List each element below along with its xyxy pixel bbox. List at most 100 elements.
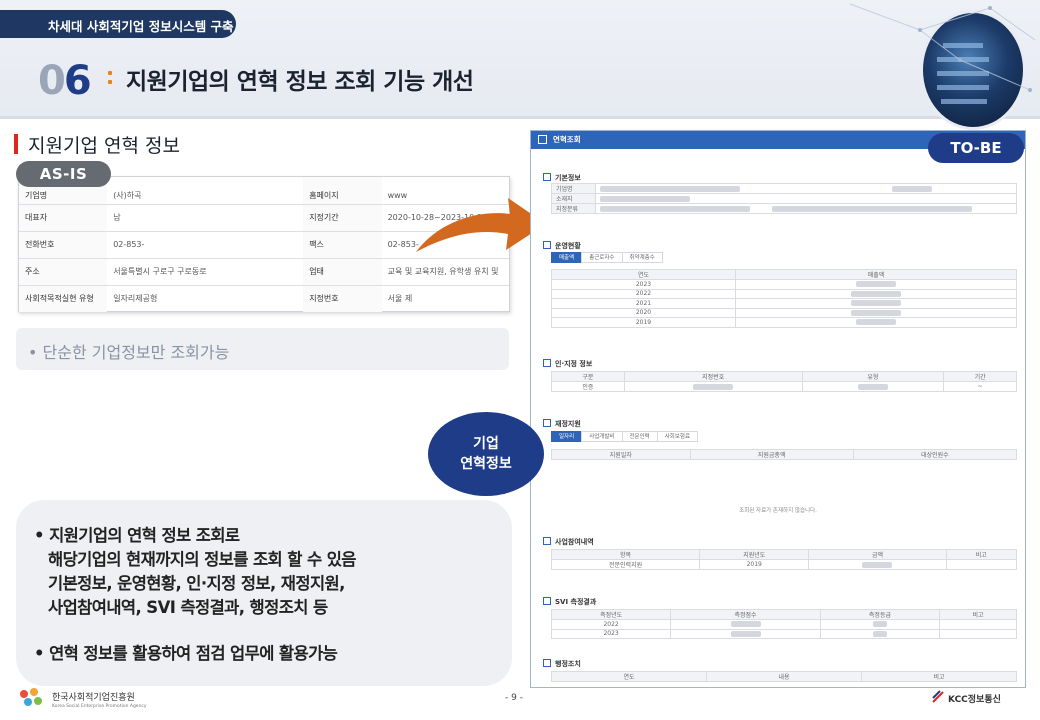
table-row: 인증 ~: [551, 381, 1017, 392]
svi-table: 측정년도 측정점수 측정등급 비고 2022 2023: [550, 609, 1017, 639]
table-cell: 2019: [551, 317, 736, 328]
table-cell: 2023: [551, 279, 736, 290]
tab-jobs[interactable]: 일자리: [551, 431, 583, 442]
table-cell: 팩스: [303, 231, 382, 259]
kcc-logo-icon: [932, 690, 944, 703]
finance-heading: 재정지원: [543, 419, 581, 429]
table-cell: 소재지: [551, 193, 596, 204]
table-cell: 지원년도: [699, 549, 810, 560]
table-row: 사회적목적실현 유형 일자리제공형 지정번호 서울 제: [19, 285, 509, 313]
bubble-line-1: 기업: [473, 436, 499, 452]
table-cell: 기간: [943, 371, 1017, 382]
to-be-screen: 연혁조회 기본정보 기업명 소재지 지정분류 운영현황 매출액 총근로자수 취약계층…: [530, 130, 1026, 688]
project-tab: 차세대 사회적기업 정보시스템 구축: [0, 10, 236, 38]
table-cell: 지정번호: [623, 371, 803, 382]
table-cell: 일자리제공형: [107, 285, 304, 313]
table-row: 소재지: [551, 193, 1017, 204]
table-cell: 2023: [550, 628, 672, 639]
table-cell: 측정년도: [550, 609, 672, 620]
table-cell: 남: [107, 204, 304, 232]
table-cell: 내용: [706, 671, 862, 682]
table-cell: 업태: [303, 258, 382, 286]
table-cell: 대표자: [19, 204, 108, 232]
table-cell: 비고: [945, 549, 1018, 560]
description-line: 사업참여내역, SVI 측정결과, 행정조치 등: [48, 598, 328, 617]
org-name-ko: 한국사회적기업진흥원: [52, 693, 135, 703]
table-cell: 서울특별시 구로구 구로동로: [107, 258, 304, 286]
description-line: • 연혁 정보를 활용하여 점검 업무에 활용가능: [34, 644, 338, 663]
table-cell: 전문인력지원: [550, 559, 701, 570]
tab-professionals[interactable]: 전문인력: [621, 431, 658, 442]
table-cell: 사회적목적실현 유형: [19, 285, 108, 313]
section-number-six: 6: [63, 58, 92, 104]
table-cell: 측정등급: [819, 609, 941, 620]
tab-business-dev[interactable]: 사업개발비: [581, 431, 623, 442]
as-is-summary: • 단순한 기업정보만 조회가능: [28, 343, 230, 362]
tab-sales[interactable]: 매출액: [551, 252, 583, 263]
table-cell: 2022: [550, 619, 672, 630]
table-cell: 매출액: [735, 269, 1017, 280]
title-colon: [108, 68, 114, 88]
finance-empty-message: 조회된 자료가 존재하지 않습니다.: [739, 508, 817, 514]
section-marker: [14, 134, 18, 154]
to-be-tag: TO-BE: [928, 133, 1024, 163]
description-line: 해당기업의 현재까지의 정보를 조회 할 수 있음: [48, 550, 356, 569]
company-name: KCC정보통신: [948, 695, 1001, 705]
table-cell: 금액: [808, 549, 947, 560]
transition-arrow-icon: [416, 198, 546, 252]
project-tab-label: 차세대 사회적기업 정보시스템 구축: [48, 19, 234, 34]
basic-info-table: 기업명 소재지 지정분류: [551, 183, 1017, 214]
table-cell: 2020: [551, 307, 736, 318]
description-line: 기본정보, 운영현황, 인·지정 정보, 재정지원,: [48, 574, 345, 593]
table-cell: 지원금총액: [689, 449, 854, 460]
page-title: 지원기업의 연혁 정보 조회 기능 개선: [126, 69, 474, 95]
network-decoration-icon: [849, 3, 1036, 92]
table-row: 2023: [551, 279, 1017, 290]
table-cell: 지원일자: [551, 449, 691, 460]
table-cell: 기업명: [551, 183, 596, 194]
project-heading: 사업참여내역: [543, 537, 594, 547]
history-info-bubble: 기업 연혁정보: [428, 412, 544, 496]
table-row: 연도 내용 비고: [551, 671, 1017, 682]
section-title: 지원기업 연혁 정보: [28, 135, 180, 157]
table-cell: (사)하곡: [107, 177, 304, 205]
table-cell: 2022: [551, 288, 736, 299]
table-cell: 지정번호: [303, 285, 382, 313]
admin-table: 연도 내용 비고: [551, 671, 1017, 682]
table-cell: 2019: [699, 559, 810, 570]
table-row: 연도 매출액: [551, 269, 1017, 280]
tab-insurance[interactable]: 사회보험료: [656, 431, 699, 442]
cert-table: 구분 지정번호 유형 기간 인증 ~: [551, 371, 1017, 392]
table-cell: 비고: [939, 609, 1017, 620]
project-table: 항목 지원년도 금액 비고 전문인력지원 2019: [550, 549, 1018, 570]
description-line: • 지원기업의 연혁 정보 조회로: [34, 526, 240, 545]
table-cell: 대상인원수: [852, 449, 1018, 460]
basic-info-heading: 기본정보: [543, 173, 581, 183]
kosea-logo-icon: [20, 688, 42, 706]
window-icon: [538, 135, 547, 144]
table-row: 지원일자 지원금총액 대상인원수: [551, 449, 1018, 460]
svi-heading: SVI 측정결과: [543, 597, 596, 607]
table-row: 2020: [551, 307, 1017, 318]
table-cell: ~: [943, 381, 1017, 392]
section-number-zero: 0: [38, 58, 66, 104]
table-cell: 전화번호: [19, 231, 108, 259]
operation-table: 연도 매출액 2023 2022 2021 2020 2019: [551, 269, 1017, 328]
table-row: 기업명: [551, 183, 1017, 194]
table-cell: 서울 제: [381, 285, 509, 313]
table-cell: 지정분류: [551, 203, 596, 214]
table-cell: 유형: [801, 371, 945, 382]
table-row: 2023: [550, 628, 1017, 639]
tab-employees[interactable]: 총근로자수: [581, 252, 623, 263]
table-cell: 02-853-: [107, 231, 304, 259]
table-cell: 주소: [19, 258, 108, 286]
table-cell: 항목: [550, 549, 701, 560]
table-row: 구분 지정번호 유형 기간: [551, 371, 1017, 382]
tab-vulnerable[interactable]: 취약계층수: [621, 252, 663, 263]
table-cell: 지정기간: [303, 204, 382, 232]
table-row: 2022: [550, 619, 1017, 630]
table-row: 지정분류: [551, 203, 1017, 214]
operation-heading: 운영현황: [543, 241, 581, 251]
org-name: 한국사회적기업진흥원 Korea Social Enterprise Promo…: [52, 690, 147, 709]
table-row: 2022: [551, 288, 1017, 299]
